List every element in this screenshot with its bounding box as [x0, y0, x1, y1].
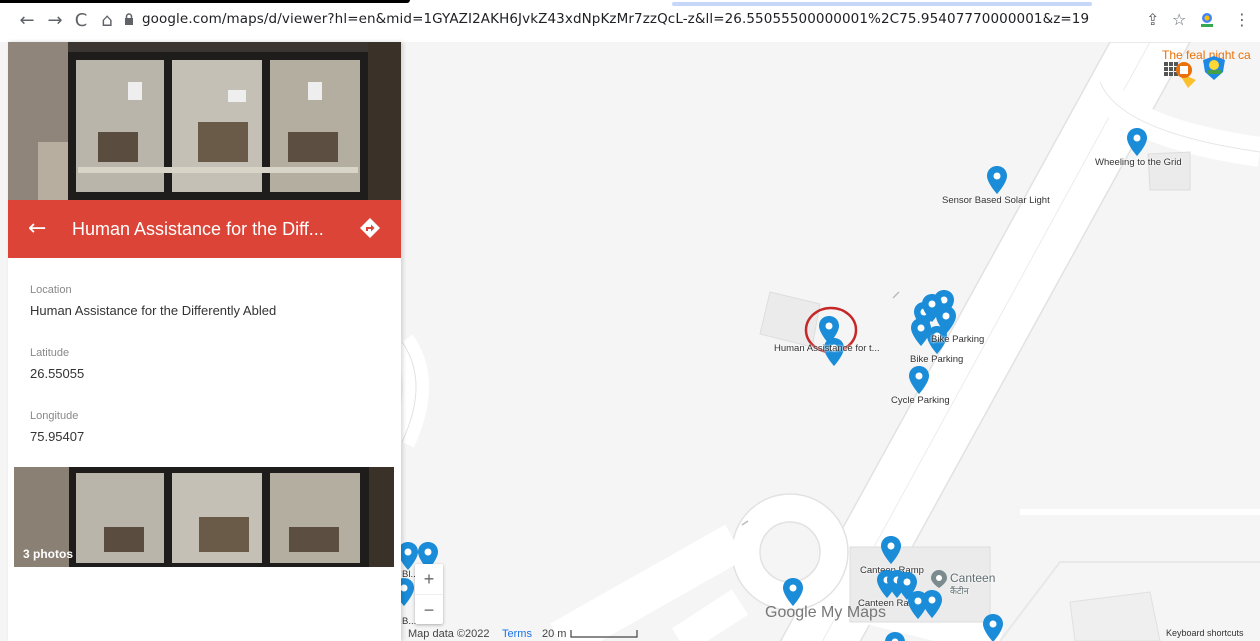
- star-icon[interactable]: ☆: [1172, 10, 1186, 29]
- photo-office-doors: [8, 42, 401, 200]
- brand-text: Google My Maps: [765, 604, 886, 621]
- tab-highlight: [672, 2, 1092, 6]
- latitude-value: 26.55055: [30, 366, 85, 381]
- terms-link[interactable]: Terms: [502, 628, 532, 640]
- canteen-label: Canteen: [950, 571, 996, 585]
- brand-logo: Google My Maps: [765, 604, 886, 622]
- zoom-out-button[interactable]: −: [415, 594, 443, 624]
- keyboard-shortcuts-link[interactable]: Keyboard shortcuts: [1166, 628, 1244, 638]
- map-pin[interactable]: [881, 536, 901, 564]
- directions-icon[interactable]: [360, 218, 380, 238]
- pin-label-wheeling: Wheeling to the Grid: [1095, 157, 1182, 168]
- map-pin[interactable]: [909, 366, 929, 394]
- map-pin[interactable]: [783, 578, 803, 606]
- reload-icon[interactable]: C: [70, 10, 92, 32]
- menu-icon[interactable]: ⋮: [1234, 10, 1250, 29]
- forward-icon[interactable]: →: [44, 10, 66, 32]
- lock-icon: [125, 13, 133, 25]
- browser-toolbar: ← → C ⌂ google.com/maps/d/viewer?hl=en&m…: [0, 0, 1260, 42]
- feature-title: Human Assistance for the Diff...: [72, 219, 324, 239]
- url-bar[interactable]: google.com/maps/d/viewer?hl=en&mid=1GYAZ…: [142, 11, 1089, 27]
- map-pin[interactable]: [885, 632, 905, 641]
- map-pin[interactable]: [922, 590, 942, 618]
- scale-bar: [570, 630, 638, 638]
- location-value: Human Assistance for the Differently Abl…: [30, 303, 277, 318]
- marker-icon: [1176, 62, 1196, 88]
- longitude-value: 75.95407: [30, 429, 85, 444]
- active-tab-edge: [0, 0, 410, 3]
- map-pin[interactable]: [983, 614, 1003, 641]
- map-pin[interactable]: [1127, 128, 1147, 156]
- panel-back-arrow-icon[interactable]: ←: [28, 216, 46, 241]
- pin-label-human: Human Assistance for t...: [774, 343, 880, 354]
- share-icon[interactable]: ⇪: [1146, 10, 1159, 29]
- pin-label-cycle: Cycle Parking: [891, 395, 950, 406]
- feature-photo[interactable]: [8, 42, 401, 200]
- photo-gallery-thumbnail[interactable]: 3 photos: [14, 467, 394, 567]
- map-data-attribution: Map data ©2022: [408, 628, 490, 640]
- shield-logo-icon: [1203, 56, 1225, 80]
- map-pin[interactable]: [987, 166, 1007, 194]
- longitude-label: Longitude: [30, 410, 79, 422]
- canteen-label-hindi: कैंटीन: [950, 586, 969, 596]
- canteen-poi-icon[interactable]: [931, 570, 947, 588]
- back-icon[interactable]: ←: [16, 10, 38, 32]
- latitude-label: Latitude: [30, 347, 70, 359]
- zoom-in-button[interactable]: +: [415, 564, 443, 594]
- pin-label-sensor: Sensor Based Solar Light: [942, 195, 1050, 206]
- pin-label-bike2: Bike Parking: [910, 354, 964, 365]
- photo-count: 3 photos: [23, 547, 73, 561]
- home-icon[interactable]: ⌂: [96, 10, 118, 32]
- scale-label: 20 m: [542, 628, 567, 640]
- extension-icon[interactable]: [1198, 11, 1216, 29]
- pin-label-bike1: Bike Parking: [931, 334, 985, 345]
- panel-header: ← Human Assistance for the Diff...: [8, 200, 401, 258]
- feature-info-panel: ← Human Assistance for the Diff... Locat…: [8, 42, 401, 641]
- zoom-control: + −: [415, 564, 443, 624]
- location-label: Location: [30, 284, 72, 296]
